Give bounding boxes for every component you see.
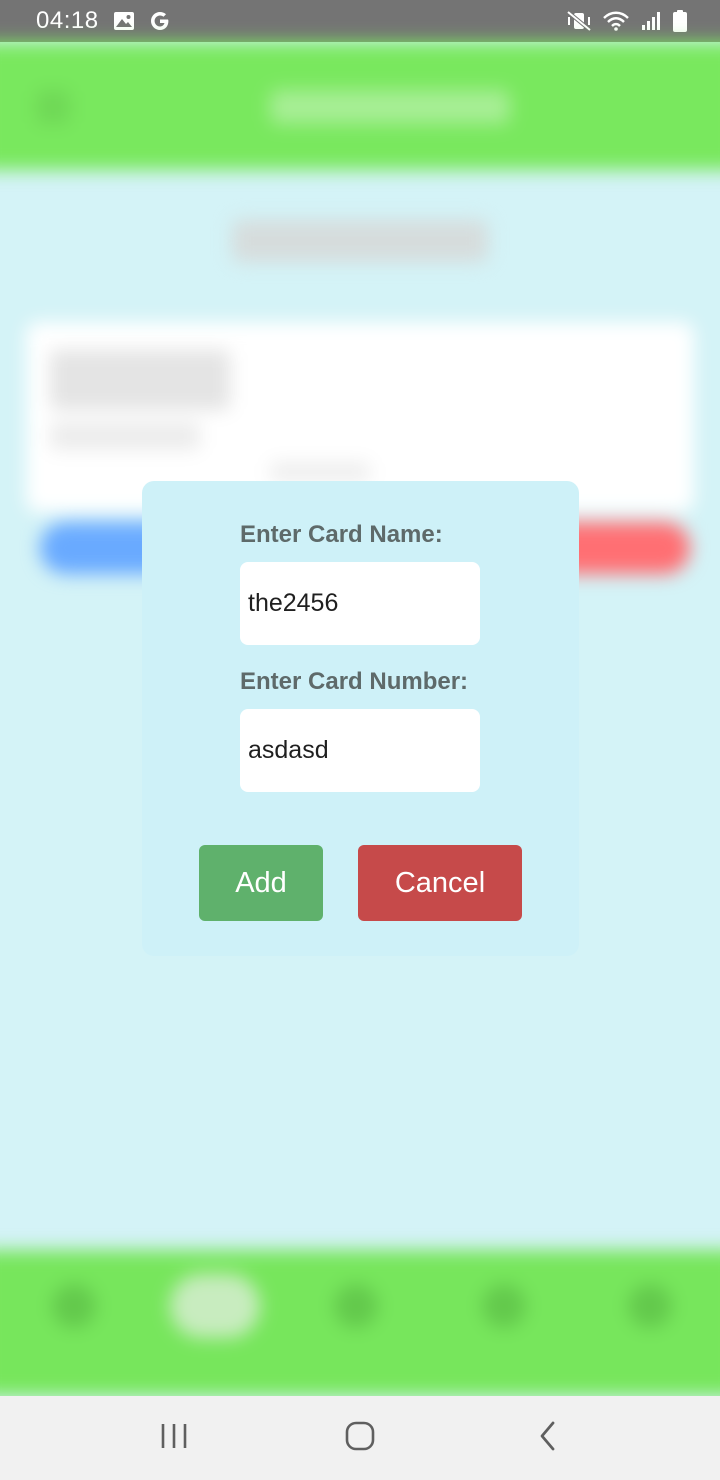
background-nav-active-icon bbox=[170, 1274, 260, 1338]
signal-icon bbox=[640, 10, 662, 32]
card-number-input[interactable] bbox=[240, 709, 480, 792]
back-button[interactable] bbox=[518, 1410, 578, 1466]
wifi-icon bbox=[602, 10, 630, 32]
system-nav-bar bbox=[0, 1396, 720, 1480]
card-name-label: Enter Card Name: bbox=[240, 521, 443, 548]
background-header-title bbox=[270, 90, 510, 124]
card-name-input[interactable] bbox=[240, 562, 480, 645]
mute-vibrate-icon bbox=[566, 10, 592, 32]
background-card-text bbox=[270, 462, 370, 482]
home-button[interactable] bbox=[330, 1410, 390, 1466]
battery-icon bbox=[672, 9, 688, 33]
background-nav-icon bbox=[628, 1284, 672, 1328]
status-bar: 04:18 bbox=[0, 0, 720, 42]
status-right bbox=[566, 9, 688, 33]
recents-button[interactable] bbox=[144, 1410, 204, 1466]
background-nav-icon bbox=[482, 1284, 526, 1328]
background-subtitle bbox=[232, 220, 488, 262]
status-time: 04:18 bbox=[36, 7, 99, 34]
background-card-text bbox=[50, 422, 200, 450]
google-icon bbox=[149, 10, 171, 32]
add-card-dialog: Enter Card Name: Enter Card Number: Add … bbox=[142, 481, 579, 956]
background-nav-icon bbox=[52, 1284, 96, 1328]
back-icon bbox=[536, 1420, 560, 1457]
status-left: 04:18 bbox=[36, 7, 171, 35]
cancel-button[interactable]: Cancel bbox=[358, 845, 522, 921]
add-button[interactable]: Add bbox=[199, 845, 323, 921]
recents-icon bbox=[158, 1421, 190, 1456]
background-card-text bbox=[50, 350, 230, 410]
home-icon bbox=[343, 1419, 377, 1458]
background-nav-icon bbox=[334, 1284, 378, 1328]
card-number-label: Enter Card Number: bbox=[240, 668, 469, 695]
background-menu-icon bbox=[36, 90, 70, 124]
screen: 04:18 Enter Card Name: the2456 Enter Car… bbox=[0, 0, 720, 1480]
image-icon bbox=[113, 11, 135, 31]
